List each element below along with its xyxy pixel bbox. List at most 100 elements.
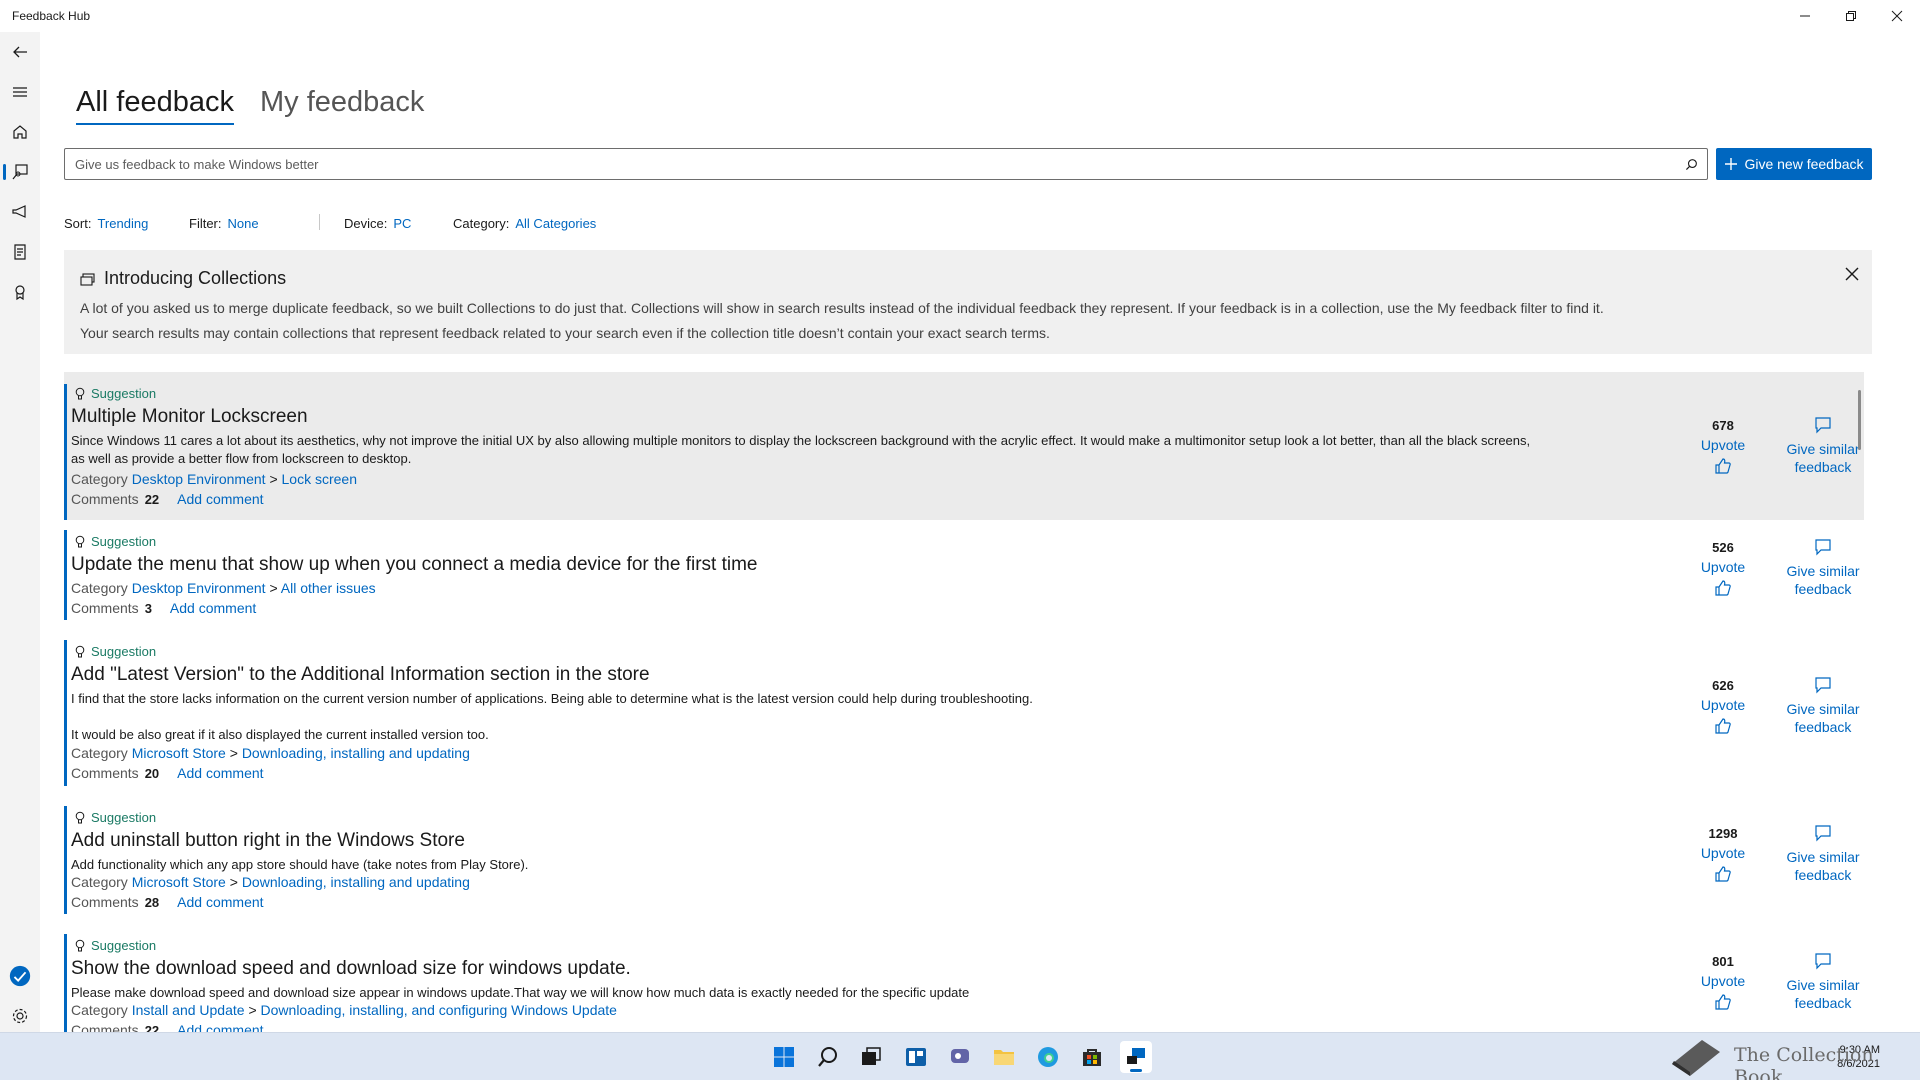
category-link[interactable]: Install and Update [132, 1002, 245, 1018]
nav-settings[interactable] [0, 998, 40, 1034]
add-comment-link[interactable]: Add comment [177, 894, 263, 910]
feedback-item[interactable]: Suggestion Multiple Monitor Lockscreen S… [64, 372, 1864, 520]
device-value[interactable]: PC [393, 216, 411, 231]
item-description-line: as well as provide a better flow from lo… [71, 451, 412, 466]
menu-button[interactable] [0, 74, 40, 110]
feedback-item[interactable]: Suggestion Update the menu that show up … [64, 520, 1864, 630]
taskbar-search-button[interactable] [812, 1041, 844, 1073]
give-similar-feedback-button[interactable]: Give similar feedback [1778, 676, 1868, 736]
feedback-item[interactable]: Suggestion Show the download speed and d… [64, 924, 1864, 1032]
item-title[interactable]: Multiple Monitor Lockscreen [71, 406, 308, 428]
give-similar-line: Give similar [1786, 977, 1860, 993]
item-type-label: Suggestion [91, 938, 157, 953]
edge-button[interactable] [1032, 1041, 1064, 1073]
give-new-feedback-button[interactable]: Give new feedback [1716, 148, 1872, 180]
close-button[interactable] [1874, 0, 1920, 32]
lightbulb-icon [75, 535, 85, 547]
filter-filter[interactable]: Filter: None [189, 216, 259, 231]
nav-quests[interactable] [0, 234, 40, 270]
category-link[interactable]: Desktop Environment [132, 580, 266, 596]
nav-feedback-hub-logo[interactable] [0, 958, 40, 994]
chat-button[interactable] [944, 1041, 976, 1073]
nav-home[interactable] [0, 114, 40, 150]
file-explorer-button[interactable] [988, 1041, 1020, 1073]
category-separator: > [269, 580, 278, 596]
category-label: Category: [453, 216, 510, 231]
add-comment-link[interactable]: Add comment [170, 600, 256, 616]
upvote-control[interactable]: 526 Upvote [1688, 540, 1758, 597]
banner-text: A lot of you asked us to merge duplicate… [80, 296, 1820, 346]
sort-filter[interactable]: Sort: Trending [64, 216, 148, 231]
widgets-button[interactable] [900, 1041, 932, 1073]
feedback-tabs: All feedback My feedback [76, 86, 424, 125]
back-button[interactable] [0, 34, 40, 70]
store-button[interactable] [1076, 1041, 1108, 1073]
lightbulb-icon [75, 811, 85, 823]
item-type-label: Suggestion [91, 644, 157, 659]
minimize-button[interactable] [1782, 0, 1828, 32]
title-bar: Feedback Hub [0, 0, 1920, 32]
feedback-item[interactable]: Suggestion Add "Latest Version" to the A… [64, 630, 1864, 796]
category-label: Category [71, 1002, 128, 1018]
device-label: Device: [344, 216, 388, 231]
item-title[interactable]: Add uninstall button right in the Window… [71, 830, 465, 852]
device-filter[interactable]: Device: PC [344, 216, 411, 231]
comments-label: Comments [71, 1022, 139, 1032]
subcategory-link[interactable]: All other issues [281, 580, 376, 596]
comments-count: 3 [144, 601, 152, 616]
item-accent-bar [64, 384, 67, 520]
comments-count: 20 [144, 766, 160, 781]
upvote-control[interactable]: 678 Upvote [1688, 418, 1758, 475]
category-value[interactable]: All Categories [515, 216, 596, 231]
give-similar-feedback-button[interactable]: Give similar feedback [1778, 538, 1868, 598]
restore-button[interactable] [1828, 0, 1874, 32]
subcategory-link[interactable]: Lock screen [282, 471, 357, 487]
tab-all-feedback[interactable]: All feedback [76, 86, 234, 125]
upvote-label: Upvote [1700, 697, 1746, 713]
nav-feedback[interactable] [0, 154, 40, 190]
scrollbar-thumb[interactable] [1858, 390, 1861, 450]
item-title[interactable]: Add "Latest Version" to the Additional I… [71, 664, 650, 686]
category-link[interactable]: Desktop Environment [132, 471, 266, 487]
give-similar-feedback-button[interactable]: Give similar feedback [1778, 952, 1868, 1012]
item-title[interactable]: Update the menu that show up when you co… [71, 554, 758, 576]
collections-banner: Introducing Collections A lot of you ask… [64, 250, 1872, 354]
restore-icon [1846, 11, 1856, 21]
nav-announcements[interactable] [0, 194, 40, 230]
feedback-hub-taskbar-button[interactable] [1120, 1041, 1152, 1073]
category-link[interactable]: Microsoft Store [132, 874, 226, 890]
give-similar-feedback-button[interactable]: Give similar feedback [1778, 416, 1868, 476]
item-type: Suggestion [74, 938, 156, 953]
home-icon [13, 125, 27, 139]
add-comment-link[interactable]: Add comment [177, 491, 263, 507]
subcategory-link[interactable]: Downloading, installing and updating [242, 874, 470, 890]
add-comment-link[interactable]: Add comment [177, 765, 263, 781]
item-accent-bar [64, 934, 67, 1032]
search-input[interactable] [75, 156, 1675, 172]
subcategory-link[interactable]: Downloading, installing, and configuring… [261, 1002, 617, 1018]
upvote-control[interactable]: 626 Upvote [1688, 678, 1758, 735]
category-link[interactable]: Microsoft Store [132, 745, 226, 761]
add-comment-link[interactable]: Add comment [177, 1022, 263, 1032]
subcategory-link[interactable]: Downloading, installing and updating [242, 745, 470, 761]
tab-my-feedback[interactable]: My feedback [260, 86, 424, 125]
search-button[interactable] [1675, 149, 1707, 179]
item-comments: Comments 3 Add comment [71, 600, 256, 616]
item-title[interactable]: Show the download speed and download siz… [71, 958, 631, 980]
upvote-control[interactable]: 1298 Upvote [1688, 826, 1758, 883]
banner-close-icon[interactable] [1842, 264, 1862, 284]
comments-count: 28 [144, 895, 160, 910]
give-similar-feedback-button[interactable]: Give similar feedback [1778, 824, 1868, 884]
upvote-control[interactable]: 801 Upvote [1688, 954, 1758, 1011]
start-button[interactable] [768, 1041, 800, 1073]
upvote-count: 678 [1712, 418, 1734, 433]
item-description-line: Since Windows 11 cares a lot about its a… [71, 433, 1531, 448]
item-type-label: Suggestion [91, 534, 157, 549]
category-filter[interactable]: Category: All Categories [453, 216, 596, 231]
give-similar-line: feedback [1794, 459, 1852, 475]
filter-value[interactable]: None [228, 216, 259, 231]
nav-achievements[interactable] [0, 274, 40, 310]
feedback-item[interactable]: Suggestion Add uninstall button right in… [64, 796, 1864, 924]
sort-value[interactable]: Trending [97, 216, 148, 231]
task-view-button[interactable] [855, 1041, 887, 1073]
